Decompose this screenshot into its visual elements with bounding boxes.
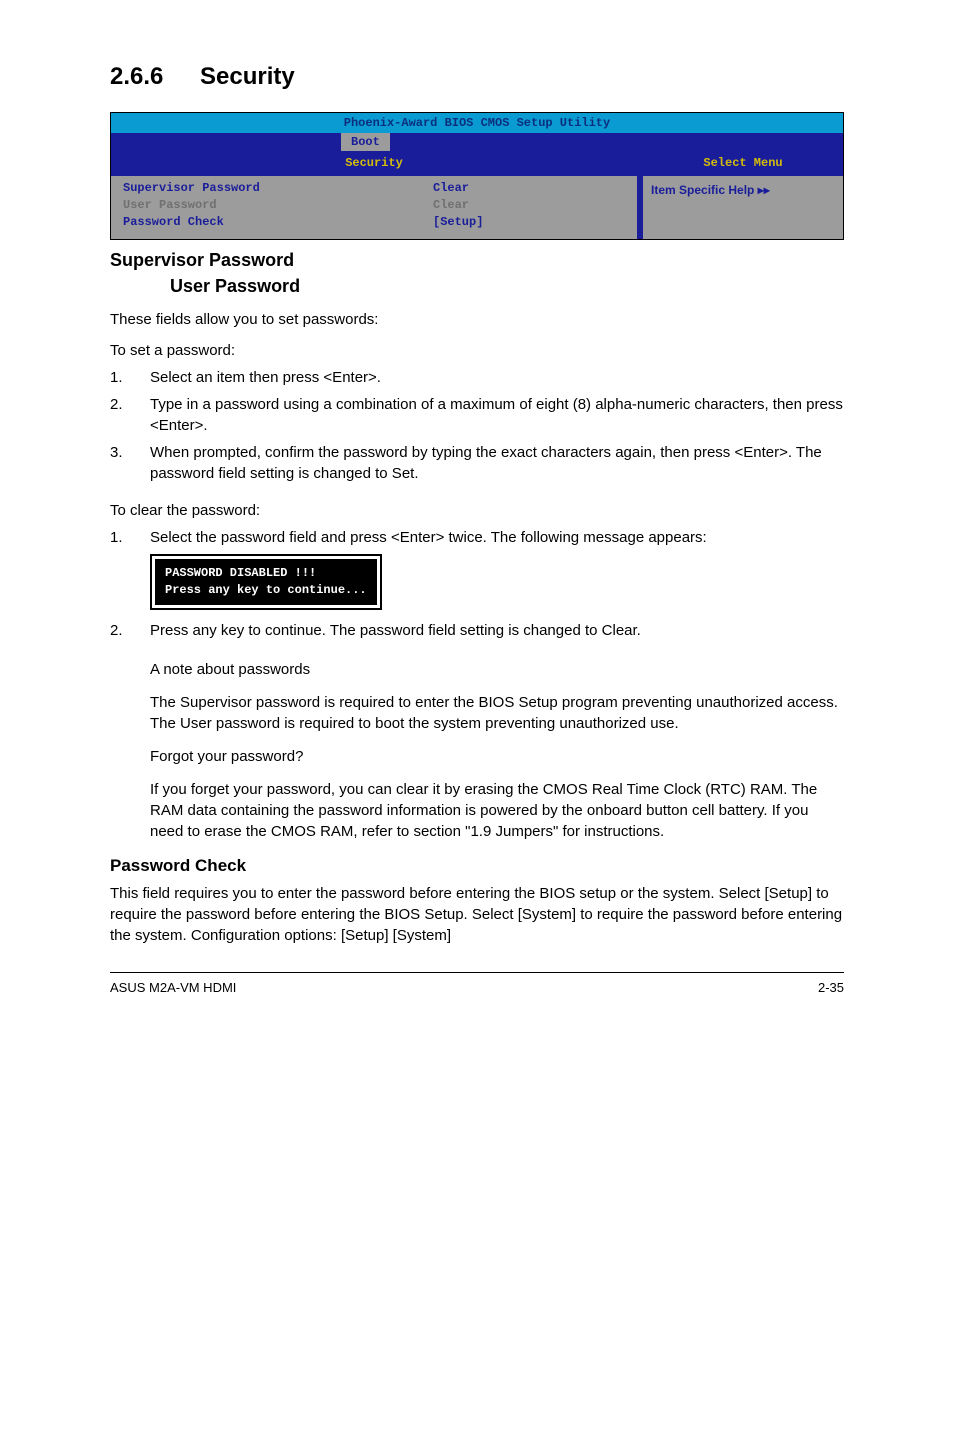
bios-left-header: Security <box>111 151 643 176</box>
list-item: 2.Type in a password using a combination… <box>110 394 844 436</box>
section-title: Security <box>200 63 295 90</box>
bios-row-value: Clear <box>343 180 625 197</box>
code-box-wrap: PASSWORD DISABLED !!! Press any key to c… <box>150 554 844 610</box>
section-heading: 2.6.6Security <box>110 60 844 94</box>
bios-row-value: Clear <box>343 197 625 214</box>
subheading-supervisor: Supervisor Password <box>110 248 844 273</box>
bios-help-text: Item Specific Help ▸▸ <box>651 183 770 197</box>
bios-tabbar: Boot <box>111 133 843 151</box>
code-box: PASSWORD DISABLED !!! Press any key to c… <box>150 554 382 610</box>
list-number: 1. <box>110 527 150 548</box>
to-set-text: To set a password: <box>110 340 844 361</box>
note-block: A note about passwords The Supervisor pa… <box>150 659 844 842</box>
list-number: 1. <box>110 367 150 388</box>
password-check-heading: Password Check <box>110 854 844 878</box>
bios-row-value: [Setup] <box>343 214 625 231</box>
note-title-2: Forgot your password? <box>150 746 844 767</box>
page-footer: ASUS M2A-VM HDMI 2-35 <box>110 972 844 997</box>
bios-tab-boot: Boot <box>341 133 390 151</box>
list-item: 2.Press any key to continue. The passwor… <box>110 620 844 641</box>
bios-row-user: User Password Clear <box>123 197 625 214</box>
bios-right-header: Select Menu <box>643 151 843 176</box>
password-check-body: This field requires you to enter the pas… <box>110 883 844 946</box>
clear-password-steps: 1.Select the password field and press <E… <box>110 527 844 548</box>
footer-left: ASUS M2A-VM HDMI <box>110 979 236 997</box>
list-text: Select an item then press <Enter>. <box>150 367 844 388</box>
list-number: 2. <box>110 620 150 641</box>
bios-row-label: Password Check <box>123 214 343 231</box>
list-item: 1.Select the password field and press <E… <box>110 527 844 548</box>
bios-help-panel: Item Specific Help ▸▸ <box>643 176 843 238</box>
bios-row-pwcheck: Password Check [Setup] <box>123 214 625 231</box>
bios-title: Phoenix-Award BIOS CMOS Setup Utility <box>111 113 843 134</box>
note-title-1: A note about passwords <box>150 659 844 680</box>
list-text: Select the password field and press <Ent… <box>150 527 844 548</box>
subheading-user: User Password <box>170 274 844 299</box>
note-body-1: The Supervisor password is required to e… <box>150 692 844 734</box>
list-text: Type in a password using a combination o… <box>150 394 844 436</box>
list-number: 2. <box>110 394 150 436</box>
bios-header-row: Security Select Menu <box>111 151 843 176</box>
bios-screenshot: Phoenix-Award BIOS CMOS Setup Utility Bo… <box>110 112 844 240</box>
list-number: 3. <box>110 442 150 484</box>
note-body-2: If you forget your password, you can cle… <box>150 779 844 842</box>
bios-row-supervisor: Supervisor Password Clear <box>123 180 625 197</box>
bios-row-label: Supervisor Password <box>123 180 343 197</box>
list-item: 1.Select an item then press <Enter>. <box>110 367 844 388</box>
bios-settings: Supervisor Password Clear User Password … <box>111 176 643 238</box>
bios-row-label: User Password <box>123 197 343 214</box>
list-item: 3.When prompted, confirm the password by… <box>110 442 844 484</box>
list-text: When prompted, confirm the password by t… <box>150 442 844 484</box>
clear-password-step2: 2.Press any key to continue. The passwor… <box>110 620 844 641</box>
footer-right: 2-35 <box>818 979 844 997</box>
to-clear-text: To clear the password: <box>110 500 844 521</box>
list-text: Press any key to continue. The password … <box>150 620 844 641</box>
code-text: PASSWORD DISABLED !!! Press any key to c… <box>155 559 377 605</box>
section-number: 2.6.6 <box>110 60 200 94</box>
intro-text: These fields allow you to set passwords: <box>110 309 844 330</box>
set-password-steps: 1.Select an item then press <Enter>. 2.T… <box>110 367 844 484</box>
bios-body: Supervisor Password Clear User Password … <box>111 176 843 238</box>
